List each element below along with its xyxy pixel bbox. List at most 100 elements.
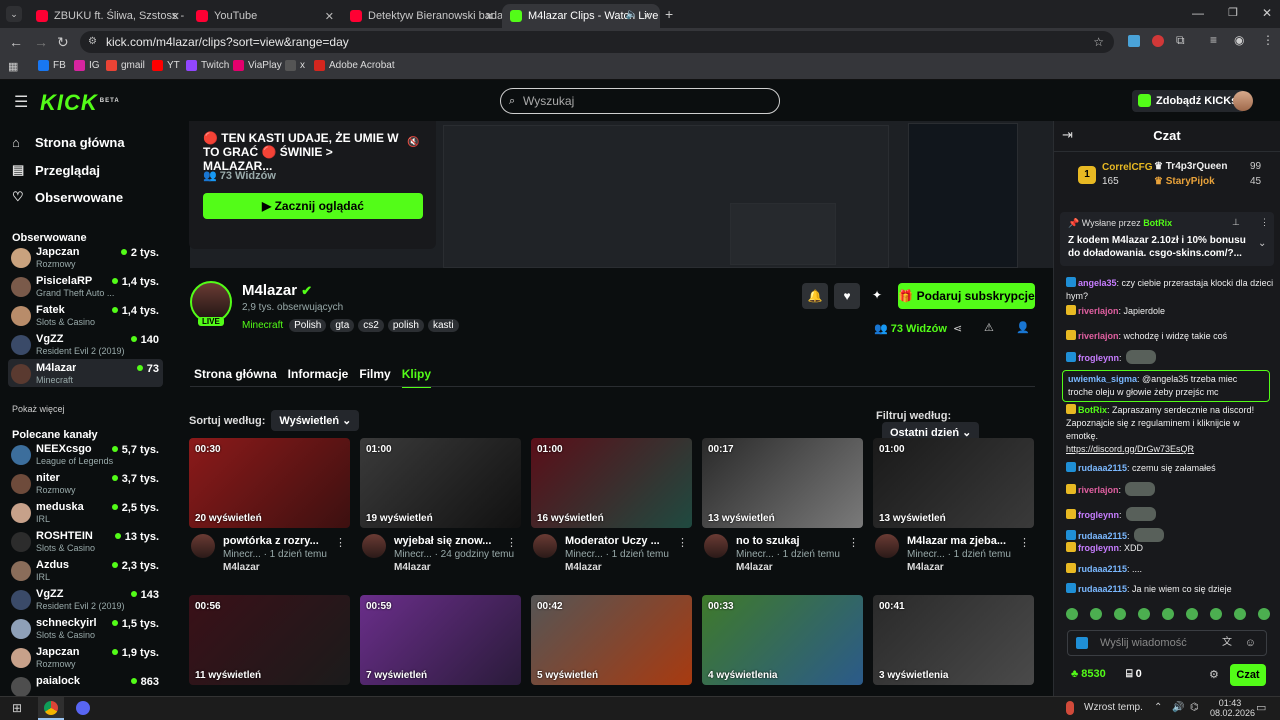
- clip-thumbnail[interactable]: 00:59 7 wyświetleń: [360, 595, 521, 685]
- discord-icon[interactable]: [76, 701, 90, 715]
- leader-name[interactable]: CorrelCFG: [1102, 162, 1153, 173]
- bookmark-viaplay[interactable]: ViaPlay: [233, 60, 282, 71]
- more-options-icon[interactable]: ⋮: [335, 536, 346, 549]
- address-bar[interactable]: ⚙ kick.com/m4lazar/clips?sort=view&range…: [80, 31, 1114, 53]
- bookmark-gmail[interactable]: gmail: [106, 60, 145, 71]
- close-tab-icon[interactable]: ✕: [171, 10, 180, 23]
- emoji-icon[interactable]: ☺: [1245, 631, 1256, 655]
- tab-videos[interactable]: Filmy: [359, 367, 390, 388]
- chat-settings-icon[interactable]: ⚙: [1209, 668, 1219, 681]
- tray-arrow-icon[interactable]: ⌃: [1154, 702, 1162, 713]
- clip-author[interactable]: M4lazar: [223, 562, 260, 573]
- speaker-icon[interactable]: 🔊: [1172, 702, 1184, 713]
- channel-category-link[interactable]: Minecraft: [242, 320, 283, 331]
- clip-title[interactable]: no to szukaj: [736, 535, 846, 547]
- chat-link[interactable]: https://discord.gg/DrGw73EsQR: [1066, 444, 1194, 454]
- channel-tag[interactable]: cs2: [358, 319, 384, 332]
- share-icon[interactable]: ⋖: [953, 322, 962, 335]
- clip-card[interactable]: 00:41 3 wyświetlenia: [873, 595, 1034, 696]
- clip-card[interactable]: 01:00 16 wyświetleń Moderator Uczy ... Mine…: [531, 438, 692, 578]
- sidebar-channel-item[interactable]: Fatek Slots & Casino 1,4 tys.: [8, 301, 163, 329]
- channel-tag[interactable]: gta: [330, 319, 355, 332]
- clip-author-avatar[interactable]: [875, 534, 899, 558]
- more-options-icon[interactable]: ⋮: [1260, 217, 1269, 228]
- channel-tag[interactable]: Polish: [289, 319, 327, 332]
- sort-dropdown[interactable]: Wyświetleń ⌄: [271, 410, 360, 431]
- unpin-icon[interactable]: ⊥: [1232, 217, 1240, 228]
- clip-thumbnail[interactable]: 00:17 13 wyświetleń: [702, 438, 863, 528]
- translate-icon[interactable]: 文: [1222, 631, 1232, 655]
- user-avatar[interactable]: [1233, 91, 1253, 111]
- clip-thumbnail[interactable]: 00:42 5 wyświetleń: [531, 595, 692, 685]
- clip-card[interactable]: 00:56 11 wyświetleń: [189, 595, 350, 696]
- emote-icon[interactable]: [1066, 608, 1078, 620]
- start-icon[interactable]: ⊞: [12, 701, 22, 715]
- clip-card[interactable]: 00:30 20 wyświetleń powtórka z rozry... Min…: [189, 438, 350, 578]
- browser-menu-icon[interactable]: ⋮: [1262, 33, 1274, 47]
- send-chat-button[interactable]: Czat: [1230, 664, 1266, 686]
- restore-icon[interactable]: ❐: [1228, 6, 1238, 19]
- more-options-icon[interactable]: ⋮: [848, 536, 859, 549]
- chat-username[interactable]: uwiemka_sigma: [1068, 374, 1137, 384]
- chat-username[interactable]: riverlajon: [1078, 306, 1119, 316]
- sidebar-channel-item[interactable]: PisicelaRP Grand Theft Auto ... 1,4 tys.: [8, 272, 163, 300]
- clip-card[interactable]: 01:00 19 wyświetleń wyjebał się znow... Min…: [360, 438, 521, 578]
- gift-subscription-button[interactable]: 🎁 Podaruj subskrypcje: [898, 283, 1035, 309]
- sidebar-channel-item[interactable]: NEEXcsgo League of Legends 5,7 tys.: [8, 440, 163, 468]
- follow-heart-button[interactable]: ♥: [834, 283, 860, 309]
- chat-username[interactable]: riverlajon: [1078, 331, 1119, 341]
- clip-title[interactable]: powtórka z rozry...: [223, 535, 333, 547]
- notification-bell-button[interactable]: 🔔: [802, 283, 828, 309]
- tab-list-menu-icon[interactable]: ⌄: [6, 6, 22, 22]
- search-input[interactable]: ⌕ Wyszukaj: [500, 88, 780, 114]
- clip-card[interactable]: 00:42 5 wyświetleń: [531, 595, 692, 696]
- bookmark-star-icon[interactable]: ☆: [1093, 31, 1104, 53]
- site-info-icon[interactable]: ⚙: [88, 31, 97, 53]
- clip-card[interactable]: 00:33 4 wyświetlenia: [702, 595, 863, 696]
- clip-thumbnail[interactable]: 01:00 19 wyświetleń: [360, 438, 521, 528]
- chat-username[interactable]: rudaaa2115: [1078, 584, 1127, 594]
- clip-card[interactable]: 01:00 13 wyświetleń M4lazar ma zjeba... Min…: [873, 438, 1034, 578]
- sidebar-channel-item[interactable]: ROSHTEIN Slots & Casino 13 tys.: [8, 527, 163, 555]
- emote-icon[interactable]: [1210, 608, 1222, 620]
- chat-username[interactable]: frogleynn: [1078, 510, 1119, 520]
- extension-icon[interactable]: [1128, 35, 1140, 47]
- clip-author[interactable]: M4lazar: [907, 562, 944, 573]
- clip-thumbnail[interactable]: 00:30 20 wyświetleń: [189, 438, 350, 528]
- emote-icon[interactable]: [1090, 608, 1102, 620]
- new-tab-icon[interactable]: +: [665, 6, 673, 22]
- clip-thumbnail[interactable]: 00:33 4 wyświetlenia: [702, 595, 863, 685]
- clock[interactable]: 01:43 08.02.2026: [1210, 698, 1255, 718]
- chat-username[interactable]: rudaaa2115: [1078, 463, 1127, 473]
- report-icon[interactable]: ⚠: [984, 321, 994, 334]
- reload-icon[interactable]: ↻: [57, 34, 69, 50]
- clip-author-avatar[interactable]: [191, 534, 215, 558]
- chat-message-input[interactable]: Wyślij wiadomość 文 ☺: [1067, 630, 1267, 656]
- clip-author-avatar[interactable]: [704, 534, 728, 558]
- chrome-taskbar-button[interactable]: [38, 697, 64, 720]
- notification-icon[interactable]: ▭: [1256, 701, 1266, 714]
- bookmark-fb[interactable]: FB: [38, 60, 66, 71]
- sidebar-channel-item[interactable]: niter Rozmowy 3,7 tys.: [8, 469, 163, 497]
- chat-username[interactable]: frogleynn: [1078, 353, 1119, 363]
- sidebar-channel-item[interactable]: VgZZ Resident Evil 2 (2019) 140: [8, 330, 163, 358]
- close-tab-icon[interactable]: ✕: [643, 10, 652, 23]
- clip-thumbnail[interactable]: 00:41 3 wyświetlenia: [873, 595, 1034, 685]
- start-watching-button[interactable]: ▶ Zacznij oglądać: [203, 193, 423, 219]
- more-options-icon[interactable]: ⋮: [677, 536, 688, 549]
- bookmark-twitch[interactable]: Twitch: [186, 60, 229, 71]
- clip-title[interactable]: wyjebał się znow...: [394, 535, 504, 547]
- leader-name[interactable]: ♛ Tr4p3rQueen: [1154, 161, 1227, 172]
- hamburger-menu-icon[interactable]: ☰: [14, 92, 28, 112]
- clip-author[interactable]: M4lazar: [565, 562, 602, 573]
- emote-icon[interactable]: [1186, 608, 1198, 620]
- clip-title[interactable]: M4lazar ma zjeba...: [907, 535, 1017, 547]
- user-options-icon[interactable]: 👤: [1016, 321, 1030, 334]
- chat-username[interactable]: frogleynn: [1078, 543, 1119, 553]
- sidebar-item-browse[interactable]: ▤ Przeglądaj: [12, 162, 100, 178]
- close-tab-icon[interactable]: ✕: [485, 10, 494, 23]
- emote-icon[interactable]: [1258, 608, 1270, 620]
- tab-clips[interactable]: Klipy: [401, 367, 432, 388]
- weather-text[interactable]: Wzrost temp.: [1084, 702, 1143, 713]
- clip-thumbnail[interactable]: 00:56 11 wyświetleń: [189, 595, 350, 685]
